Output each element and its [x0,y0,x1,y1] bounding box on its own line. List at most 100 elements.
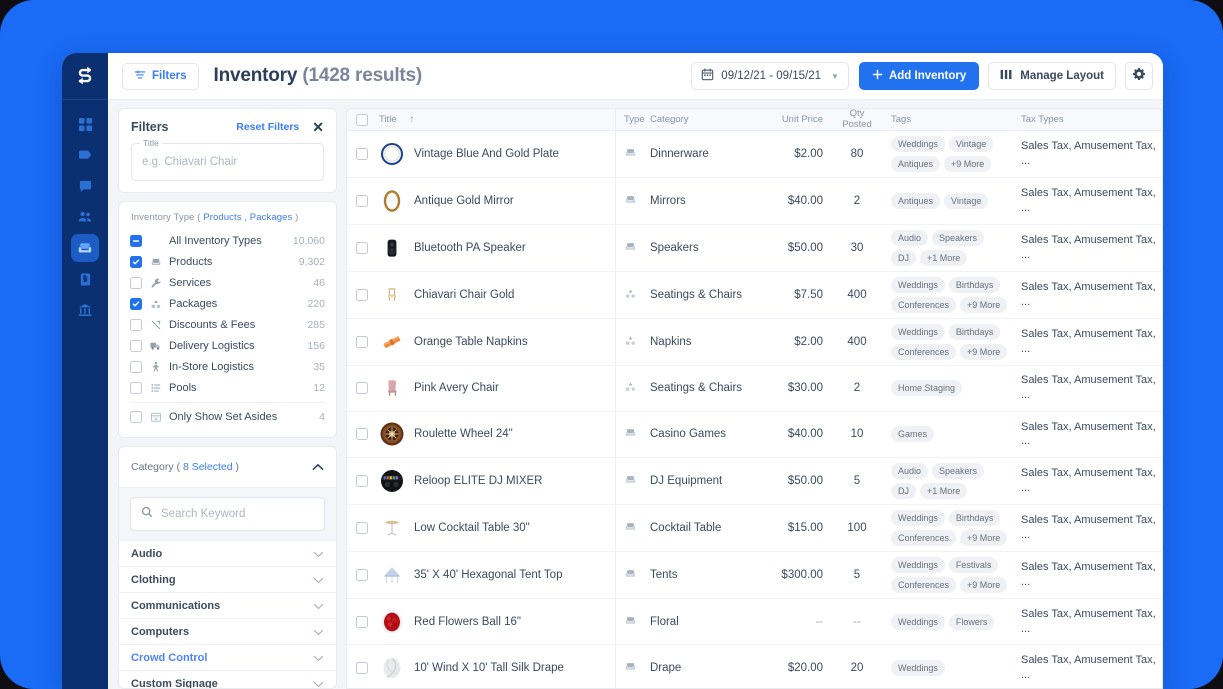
checkbox-row[interactable] [356,148,368,160]
tag-chip-more[interactable]: +9 More [960,530,1007,546]
title-input[interactable] [142,156,313,168]
inventory-type-row-packages[interactable]: Packages 220 [130,293,325,314]
select-all-cell[interactable] [347,109,377,130]
chevron-down-icon[interactable] [313,649,324,667]
category-row-audio[interactable]: Audio [119,541,336,567]
checkbox-delivery-logistics[interactable] [130,340,142,352]
checkbox-services[interactable] [130,277,142,289]
checkbox-row[interactable] [356,569,368,581]
tag-chip-more[interactable]: +1 More [920,250,967,266]
checkbox-row[interactable] [356,662,368,674]
category-row-clothing[interactable]: Clothing [119,567,336,593]
sidebar-item-messages[interactable] [71,172,99,200]
inventory-type-row-pools[interactable]: Pools 12 [130,377,325,398]
table-row[interactable]: Chiavari Chair Gold Seatings & Chairs $7… [347,272,1162,319]
checkbox-row[interactable] [356,475,368,487]
inventory-type-row-in-store-logistics[interactable]: In-Store Logistics 35 [130,356,325,377]
checkbox-packages[interactable] [130,298,142,310]
table-row[interactable]: Roulette Wheel 24" Casino Games $40.00 1… [347,412,1162,458]
inventory-type-links[interactable]: Products , Packages [203,212,292,223]
tag-chip-more[interactable]: +9 More [960,297,1007,313]
category-row-communications[interactable]: Communications [119,593,336,619]
only-show-set-asides-row[interactable]: Only Show Set Asides 4 [130,405,325,429]
tag-chip[interactable]: Conferences [891,530,956,546]
item-name[interactable]: Bluetooth PA Speaker [414,242,526,254]
tag-chip[interactable]: Birthdays [949,510,1001,526]
checkbox-row[interactable] [356,289,368,301]
item-name[interactable]: Antique Gold Mirror [414,195,514,207]
table-row[interactable]: Pink Avery Chair Seatings & Chairs $30.0… [347,366,1162,412]
checkbox-pools[interactable] [130,382,142,394]
tag-chip[interactable]: Conferences [891,577,956,593]
checkbox-set-asides[interactable] [130,411,142,423]
tag-chip[interactable]: Speakers [932,230,984,246]
table-row[interactable]: Orange Table Napkins Napkins $2.00 400 W… [347,319,1162,366]
row-select-cell[interactable] [347,505,377,551]
category-row-computers[interactable]: Computers [119,619,336,645]
tag-chip-more[interactable]: +9 More [944,156,991,172]
tag-chip[interactable]: Weddings [891,136,945,152]
column-header-qty-posted[interactable]: Qty Posted [833,109,881,130]
tag-chip[interactable]: Vintage [944,193,988,209]
category-row-custom-signage[interactable]: Custom Signage [119,671,336,689]
table-row[interactable]: Reloop ELITE DJ MIXER DJ Equipment $50.0… [347,458,1162,505]
row-select-cell[interactable] [347,412,377,457]
column-header-title[interactable]: Title ↑ [377,109,615,130]
tag-chip[interactable]: Weddings [891,510,945,526]
tag-chip[interactable]: Speakers [932,463,984,479]
tag-chip-more[interactable]: +9 More [960,344,1007,360]
reset-filters-link[interactable]: Reset Filters [236,121,299,133]
item-name[interactable]: Chiavari Chair Gold [414,289,514,301]
item-name[interactable]: 10' Wind X 10' Tall Silk Drape [414,662,564,674]
checkbox-row[interactable] [356,522,368,534]
item-name[interactable]: Red Flowers Ball 16" [414,616,521,628]
chevron-up-icon[interactable] [312,458,324,476]
row-select-cell[interactable] [347,225,377,271]
tag-chip[interactable]: Birthdays [949,277,1001,293]
title-field[interactable]: Title [131,143,324,181]
column-header-tax-types[interactable]: Tax Types [1013,109,1162,130]
chevron-down-icon[interactable] [313,545,324,563]
row-select-cell[interactable] [347,178,377,223]
checkbox-row[interactable] [356,336,368,348]
table-row[interactable]: 10' Wind X 10' Tall Silk Drape Drape $20… [347,645,1162,689]
category-row-crowd-control[interactable]: Crowd Control [119,645,336,671]
sidebar-item-dashboard[interactable] [71,110,99,138]
column-header-category[interactable]: Category [650,109,755,130]
tag-chip[interactable]: Games [891,426,934,442]
item-name[interactable]: Pink Avery Chair [414,382,499,394]
chevron-down-icon[interactable] [313,675,324,689]
checkbox-products[interactable] [130,256,142,268]
inventory-type-row-discounts-fees[interactable]: Discounts & Fees 285 [130,314,325,335]
table-row[interactable]: 35' X 40' Hexagonal Tent Top Tents $300.… [347,552,1162,599]
tag-chip[interactable]: Festivals [949,557,999,573]
table-row[interactable]: Red Flowers Ball 16" Floral -- -- Weddin… [347,599,1162,645]
sidebar-item-accounting[interactable] [71,296,99,324]
category-search-input[interactable] [161,508,314,520]
inventory-type-row-products[interactable]: Products 9,302 [130,251,325,272]
tag-chip[interactable]: DJ [891,483,916,499]
settings-button[interactable] [1125,62,1153,90]
item-name[interactable]: Roulette Wheel 24" [414,428,513,440]
checkbox-row[interactable] [356,428,368,440]
item-name[interactable]: Low Cocktail Table 30" [414,522,530,534]
close-icon[interactable]: ✕ [312,120,324,134]
tag-chip-more[interactable]: +1 More [920,483,967,499]
row-select-cell[interactable] [347,319,377,365]
column-header-unit-price[interactable]: Unit Price [755,109,833,130]
item-name[interactable]: Orange Table Napkins [414,336,528,348]
checkbox-in-store-logistics[interactable] [130,361,142,373]
checkbox-row[interactable] [356,382,368,394]
row-select-cell[interactable] [347,552,377,598]
tag-chip[interactable]: Conferences [891,297,956,313]
tag-chip[interactable]: Audio [891,230,928,246]
tag-chip[interactable]: DJ [891,250,916,266]
sidebar-item-contacts[interactable] [71,203,99,231]
inventory-type-row-services[interactable]: Services 46 [130,272,325,293]
tag-chip[interactable]: Antiques [891,156,940,172]
filters-button[interactable]: Filters [122,63,199,90]
row-select-cell[interactable] [347,272,377,318]
app-logo[interactable] [62,53,108,100]
chevron-down-icon[interactable] [313,571,324,589]
row-select-cell[interactable] [347,645,377,689]
